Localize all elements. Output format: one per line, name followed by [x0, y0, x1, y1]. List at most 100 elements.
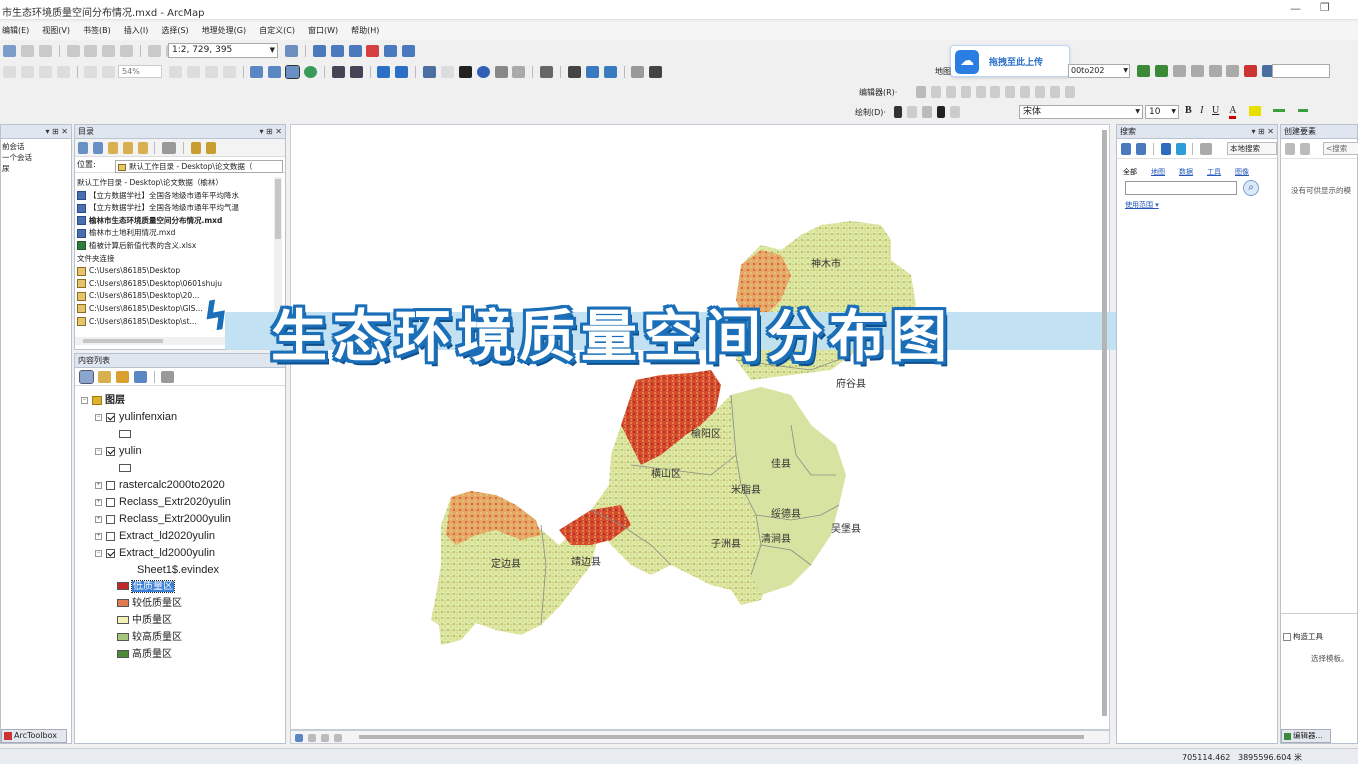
layer-symbol[interactable] [119, 460, 134, 476]
toc-layer[interactable]: − yulin [95, 443, 142, 459]
catalog-item[interactable]: 默认工作目录 - Desktop\论文数据（榆林） [75, 177, 273, 190]
cut-polygon-icon[interactable] [1190, 65, 1204, 77]
search-window-icon[interactable] [348, 45, 362, 57]
split-tool-icon[interactable] [1005, 86, 1016, 98]
layout-back-icon[interactable] [102, 66, 116, 78]
data-driven-icon[interactable] [222, 66, 236, 78]
connect-folder-icon[interactable] [137, 142, 148, 154]
zoom-combo[interactable]: 54% [118, 65, 162, 78]
layer-visibility-checkbox[interactable] [106, 480, 115, 490]
pin-icon[interactable]: ▾ ⊞ ✕ [45, 125, 68, 139]
search-view-icon[interactable] [1200, 143, 1213, 155]
menu-item[interactable]: 插入(I) [124, 26, 149, 35]
catalog-item[interactable]: 榆林市土地利用情况.mxd [75, 227, 273, 240]
layer-visibility-checkbox[interactable] [106, 497, 115, 507]
search-tab[interactable]: 图像 [1235, 168, 1249, 176]
list-by-drawing-order-icon[interactable] [79, 370, 94, 384]
forward-icon[interactable] [92, 142, 103, 154]
organize-templates-icon[interactable] [1285, 143, 1295, 155]
straight-segment-icon[interactable] [945, 86, 956, 98]
search-tab[interactable]: 数据 [1179, 168, 1193, 176]
options-icon[interactable] [205, 142, 216, 154]
attributes-icon[interactable] [1244, 65, 1258, 77]
layer-visibility-checkbox[interactable] [106, 514, 115, 524]
font-combo[interactable]: 宋体 ▼ [1019, 105, 1143, 119]
menu-item[interactable]: 自定义(C) [259, 26, 295, 35]
list-by-selection-icon[interactable] [133, 371, 147, 383]
layout-zoom-icon[interactable] [20, 66, 34, 78]
search-back-icon[interactable] [1121, 143, 1131, 155]
layer-visibility-checkbox[interactable] [106, 446, 115, 456]
search-tab[interactable]: 全部 [1123, 168, 1137, 176]
catalog-hscroll-thumb[interactable] [83, 339, 163, 343]
menu-item[interactable]: 窗口(W) [308, 26, 338, 35]
catalog-item[interactable]: 榆林市生态环境质量空间分布情况.mxd [75, 215, 273, 228]
save-icon[interactable] [20, 45, 34, 57]
identify-icon[interactable] [476, 66, 490, 78]
select-features-icon[interactable] [423, 66, 436, 78]
search-refresh-icon[interactable] [1175, 143, 1186, 155]
refresh-icon[interactable] [191, 142, 201, 154]
map-vscroll[interactable] [1102, 130, 1107, 716]
create-tool-icon[interactable] [1064, 86, 1075, 98]
layer-visibility-checkbox[interactable] [106, 412, 115, 422]
collapse-icon[interactable]: − [81, 396, 88, 404]
toc-layer[interactable]: − Extract_ld2000yulin [95, 545, 215, 561]
editor-tab[interactable]: 编辑器... [1281, 729, 1331, 743]
catalog-scroll-thumb[interactable] [275, 179, 281, 239]
target-layer-combo[interactable]: 00to202 ▼ [1068, 64, 1130, 78]
cut-icon[interactable] [66, 45, 80, 57]
expand-icon[interactable]: + [95, 532, 102, 540]
up-folder-icon[interactable] [107, 142, 118, 154]
rotate-tool-icon[interactable] [1020, 86, 1031, 98]
data-view-icon[interactable] [295, 733, 303, 742]
copy-icon[interactable] [84, 45, 98, 57]
rotate-icon[interactable] [1226, 65, 1240, 77]
forward-extent-icon[interactable] [395, 66, 409, 78]
layer-visibility-checkbox[interactable] [106, 548, 115, 558]
back-icon[interactable] [78, 142, 88, 154]
zoom-in-icon[interactable] [250, 66, 264, 78]
toc-layer[interactable]: + Extract_ld2020yulin [95, 528, 215, 544]
menu-item[interactable]: 书签(B) [83, 26, 111, 35]
delete-icon[interactable] [120, 45, 134, 57]
list-by-visibility-icon[interactable] [115, 371, 129, 383]
edit-vertices-icon[interactable] [1154, 65, 1168, 77]
measure-icon[interactable] [540, 66, 554, 78]
legend-class[interactable]: 中质量区 [117, 613, 172, 629]
map-hscroll[interactable] [359, 735, 1084, 739]
edit-tool-icon[interactable] [916, 86, 926, 98]
refresh-view-icon[interactable] [320, 733, 329, 742]
menu-item[interactable]: 地理处理(G) [202, 26, 246, 35]
toggle-draft-icon[interactable] [169, 66, 182, 78]
pause-draw-icon[interactable] [333, 733, 342, 742]
session-item[interactable]: 一个会话 [2, 152, 70, 163]
trace-icon[interactable] [975, 86, 986, 98]
collapse-icon[interactable]: − [95, 549, 102, 557]
open-icon[interactable] [3, 45, 16, 57]
zoom-out-icon[interactable] [268, 66, 282, 78]
rectangle-icon[interactable] [921, 106, 932, 118]
search-window-controls[interactable]: ▾ ⊞ ✕ [1251, 125, 1274, 139]
session-item[interactable]: 尿 [2, 163, 70, 174]
catalog-item[interactable]: 【立方数据学社】全国各地级市通年平均降水 [75, 190, 273, 203]
table-icon[interactable] [312, 45, 326, 57]
attributes-tool-icon[interactable] [1035, 86, 1045, 98]
focus-frame-icon[interactable] [186, 66, 200, 78]
upload-widget[interactable]: ☁ 拖拽至此上传 [950, 45, 1070, 77]
point-icon[interactable] [990, 86, 1001, 98]
reshape-icon[interactable] [1172, 65, 1186, 77]
map-view[interactable]: 神木市 府谷县 横山区 佳县 米脂县 绥德县 子洲县 清涧县 吴堡县 靖边县 定边县 榆阳区 [290, 124, 1110, 730]
catalog-window-icon[interactable] [330, 45, 344, 57]
legend-class[interactable]: 较高质量区 [117, 630, 182, 646]
find-route-icon[interactable] [585, 66, 599, 78]
edit-annotation-icon[interactable] [930, 86, 941, 98]
menu-item[interactable]: 帮助(H) [351, 26, 379, 35]
search-scope-combo[interactable]: 本地搜索 [1227, 142, 1277, 155]
font-color-icon[interactable]: A [1229, 105, 1237, 119]
list-by-source-icon[interactable] [97, 371, 111, 383]
clear-selection-icon[interactable] [440, 66, 454, 78]
text-icon[interactable] [936, 106, 945, 118]
menu-item[interactable]: 编辑(E) [2, 26, 29, 35]
font-size-combo[interactable]: 10 ▼ [1145, 105, 1179, 119]
